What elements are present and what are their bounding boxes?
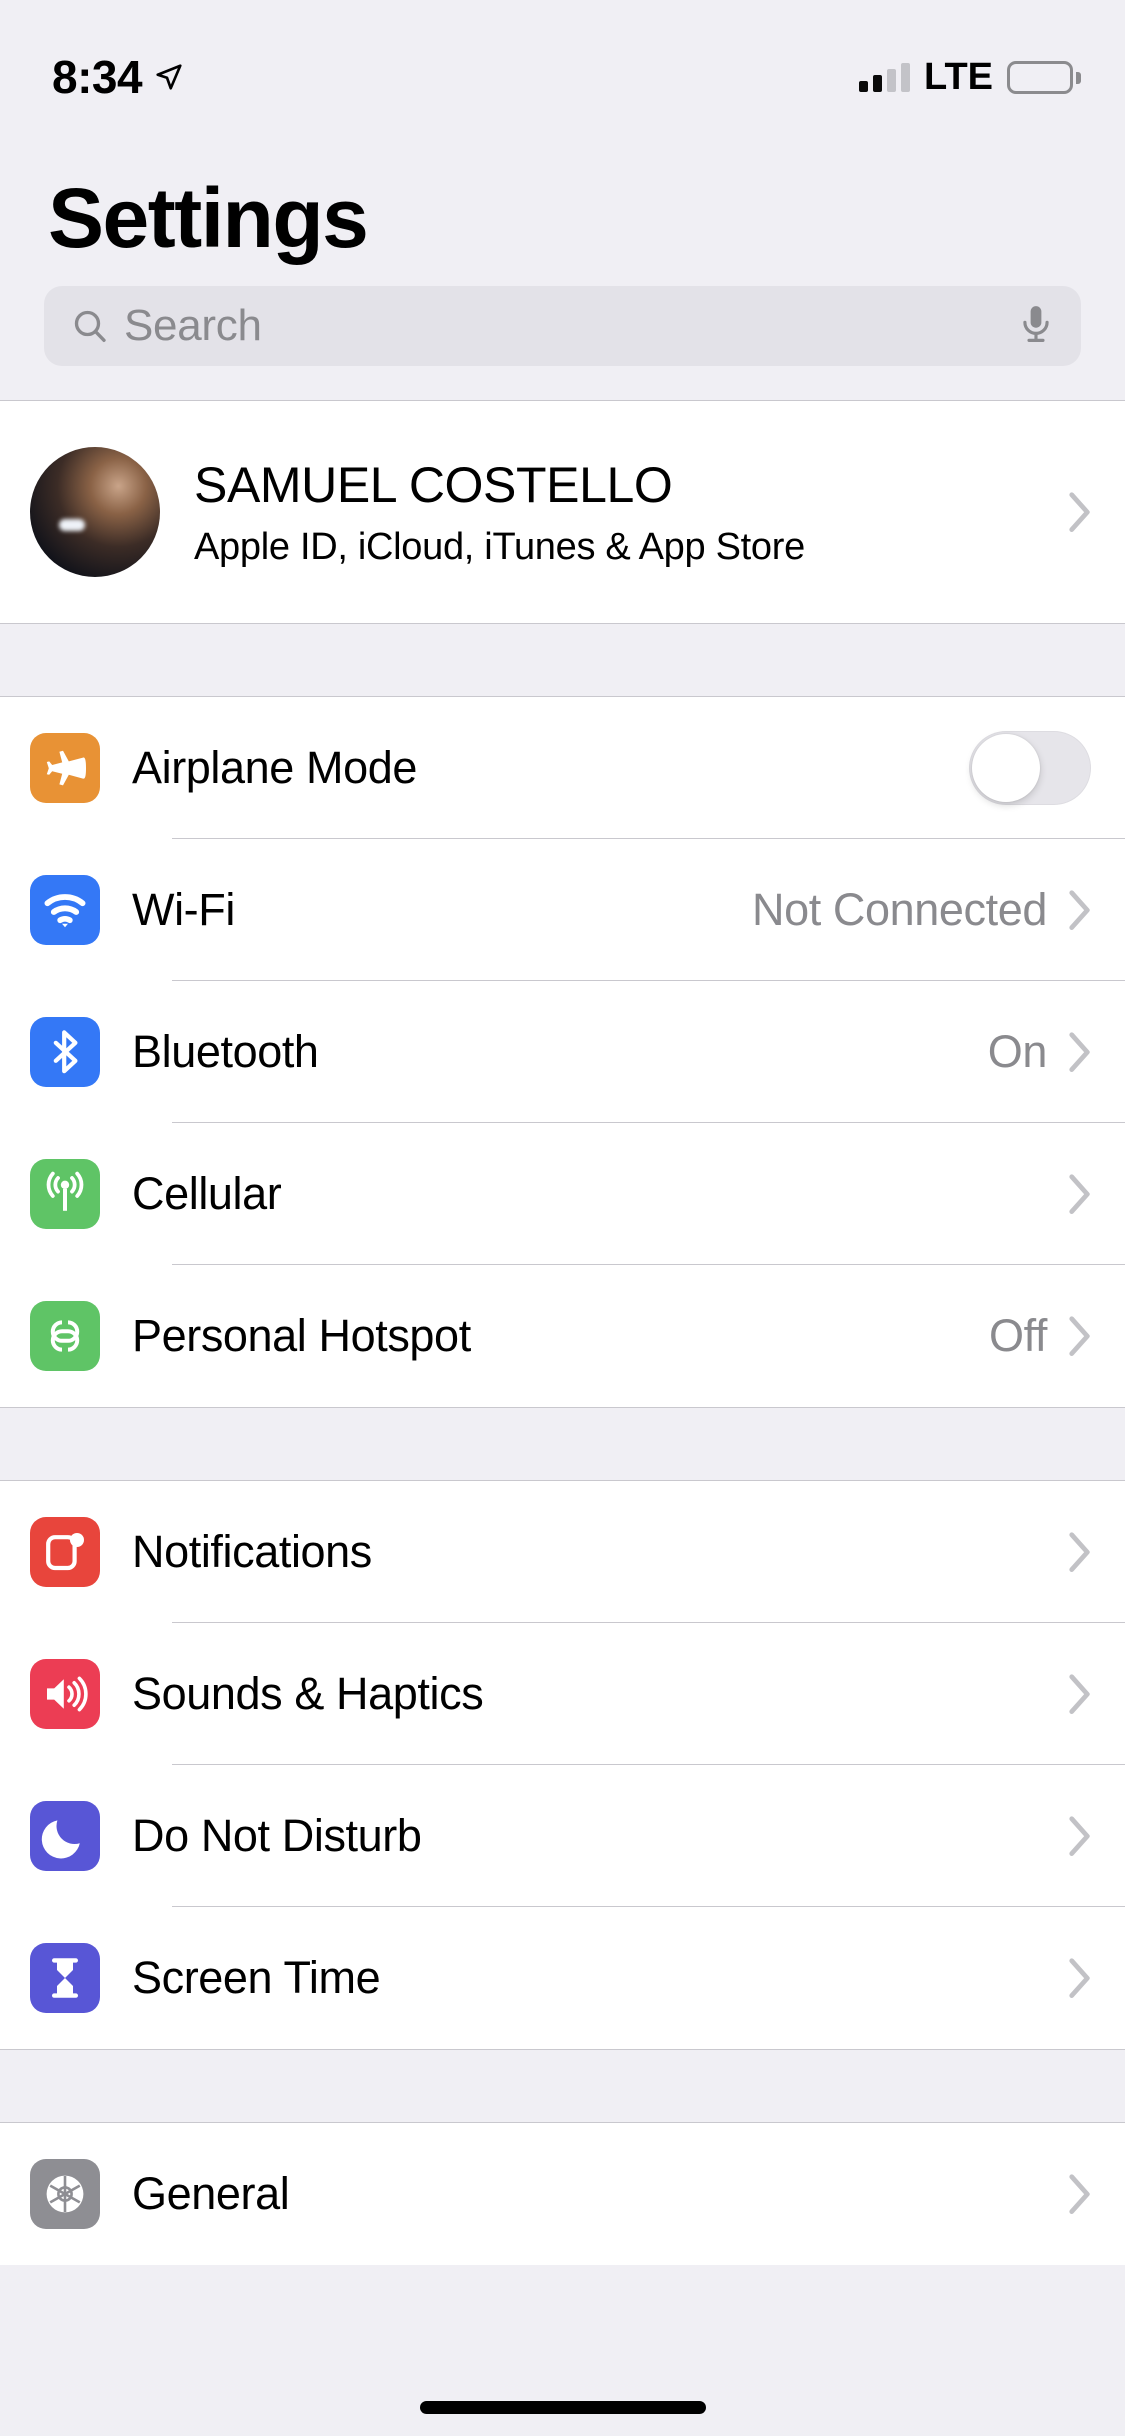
gear-icon	[30, 2159, 100, 2229]
status-bar: 8:34 LTE	[0, 0, 1125, 130]
row-label: Screen Time	[132, 1952, 381, 2003]
status-bar-right: LTE	[859, 55, 1081, 99]
search-input[interactable]: Search	[44, 286, 1081, 366]
row-accessory	[1047, 1816, 1091, 1856]
bluetooth-icon	[30, 1017, 100, 1087]
chevron-right-icon	[1069, 1032, 1091, 1072]
row-wifi[interactable]: Wi-Fi Not Connected	[0, 839, 1125, 981]
row-cellular[interactable]: Cellular	[0, 1123, 1125, 1265]
hourglass-icon	[30, 1943, 100, 2013]
chevron-right-icon	[1069, 890, 1091, 930]
section-gap	[0, 1407, 1125, 1481]
row-label: Bluetooth	[132, 1026, 319, 1077]
group-alerts: Notifications Sounds & Haptics Do Not Di…	[0, 1481, 1125, 2049]
section-gap	[0, 2049, 1125, 2123]
row-accessory	[1047, 2174, 1091, 2214]
status-bar-left: 8:34	[52, 50, 184, 104]
chevron-right-icon	[1069, 1532, 1091, 1572]
battery-icon	[1007, 60, 1081, 94]
chevron-right-icon	[1069, 1316, 1091, 1356]
row-accessory	[1047, 1674, 1091, 1714]
airplane-mode-toggle[interactable]	[969, 731, 1091, 805]
notifications-icon	[30, 1517, 100, 1587]
row-label: Cellular	[132, 1168, 282, 1219]
chevron-right-icon	[1069, 2174, 1091, 2214]
speaker-icon	[30, 1659, 100, 1729]
row-label: Airplane Mode	[132, 742, 417, 793]
page-title: Settings	[48, 171, 369, 265]
status-time: 8:34	[52, 51, 143, 103]
row-label: Do Not Disturb	[132, 1810, 422, 1861]
apple-id-group: SAMUEL COSTELLO Apple ID, iCloud, iTunes…	[0, 400, 1125, 623]
row-bluetooth[interactable]: Bluetooth On	[0, 981, 1125, 1123]
magnifier-icon	[70, 306, 110, 346]
chevron-right-icon	[1069, 492, 1091, 532]
apple-id-subtitle: Apple ID, iCloud, iTunes & App Store	[194, 525, 805, 568]
microphone-icon[interactable]	[1017, 303, 1055, 349]
section-gap	[0, 623, 1125, 697]
row-general[interactable]: General	[0, 2123, 1125, 2265]
network-type-label: LTE	[924, 55, 993, 98]
apple-id-text: SAMUEL COSTELLO Apple ID, iCloud, iTunes…	[194, 456, 1069, 569]
row-accessory: Off	[989, 1310, 1091, 1362]
row-screen-time[interactable]: Screen Time	[0, 1907, 1125, 2049]
row-notifications[interactable]: Notifications	[0, 1481, 1125, 1623]
chevron-right-icon	[1069, 1958, 1091, 1998]
row-accessory	[1047, 1958, 1091, 1998]
row-accessory: Not Connected	[752, 884, 1091, 936]
group-system: General	[0, 2123, 1125, 2265]
apple-id-accessory	[1069, 492, 1091, 532]
location-arrow-icon	[154, 62, 184, 92]
nav-header: Settings	[0, 130, 1125, 260]
search-placeholder: Search	[124, 301, 262, 350]
apple-id-row[interactable]: SAMUEL COSTELLO Apple ID, iCloud, iTunes…	[0, 401, 1125, 623]
row-label: Wi-Fi	[132, 884, 235, 935]
row-accessory	[1047, 1532, 1091, 1572]
avatar	[30, 447, 160, 577]
home-indicator-bar[interactable]	[419, 2401, 706, 2414]
hotspot-link-icon	[30, 1301, 100, 1371]
row-do-not-disturb[interactable]: Do Not Disturb	[0, 1765, 1125, 1907]
row-accessory: On	[988, 1026, 1091, 1078]
chevron-right-icon	[1069, 1816, 1091, 1856]
row-value: On	[987, 1026, 1048, 1077]
cellular-signal-icon	[859, 62, 911, 92]
group-connectivity: Airplane Mode Wi-Fi Not Connected Blueto…	[0, 697, 1125, 1407]
row-value: Off	[989, 1310, 1047, 1361]
chevron-right-icon	[1069, 1174, 1091, 1214]
apple-id-name: SAMUEL COSTELLO	[194, 456, 673, 513]
row-label: General	[132, 2168, 290, 2219]
airplane-icon	[30, 733, 100, 803]
row-personal-hotspot[interactable]: Personal Hotspot Off	[0, 1265, 1125, 1407]
row-sounds-haptics[interactable]: Sounds & Haptics	[0, 1623, 1125, 1765]
row-airplane-mode[interactable]: Airplane Mode	[0, 697, 1125, 839]
row-label: Sounds & Haptics	[132, 1668, 484, 1719]
moon-icon	[30, 1801, 100, 1871]
cellular-antenna-icon	[30, 1159, 100, 1229]
row-label: Notifications	[132, 1526, 372, 1577]
iphone-settings-screen: 8:34 LTE Settings Search SAMUEL COSTELLO…	[0, 0, 1125, 2436]
chevron-right-icon	[1069, 1674, 1091, 1714]
wifi-icon	[30, 875, 100, 945]
row-value: Not Connected	[752, 884, 1047, 935]
search-bar-container: Search	[0, 260, 1125, 400]
row-label: Personal Hotspot	[132, 1310, 471, 1361]
row-accessory	[1047, 1174, 1091, 1214]
